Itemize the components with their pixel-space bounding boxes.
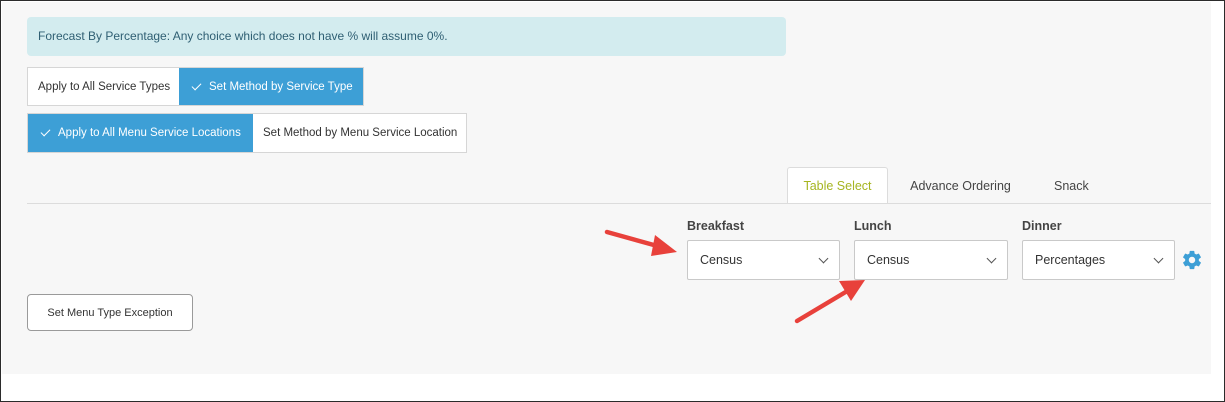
meal-tabs: Table Select Advance Ordering Snack [787,167,1111,204]
annotation-arrow-lunch [794,280,865,324]
set-menu-type-exception-button[interactable]: Set Menu Type Exception [27,294,193,331]
tab-snack[interactable]: Snack [1033,167,1111,204]
tab-divider [27,203,1211,204]
lunch-select[interactable]: Census [854,240,1008,280]
checkmark-icon [191,80,202,90]
chevron-down-icon [818,253,829,263]
dinner-select-value: Percentages [1035,253,1106,267]
set-method-by-service-type-button[interactable]: Set Method by Service Type [179,68,363,105]
set-method-by-menu-location-button[interactable]: Set Method by Menu Service Location [253,114,466,152]
breakfast-select-value: Census [700,253,743,267]
lunch-label: Lunch [854,219,892,233]
apply-all-menu-locations-button[interactable]: Apply to All Menu Service Locations [28,114,253,152]
menu-location-toggle: Apply to All Menu Service Locations Set … [27,113,467,153]
gear-icon[interactable] [1181,249,1203,271]
apply-all-service-types-button[interactable]: Apply to All Service Types [28,68,179,105]
service-type-toggle: Apply to All Service Types Set Method by… [27,67,364,106]
annotation-arrow-breakfast [604,229,677,256]
chevron-down-icon [1153,253,1164,263]
breakfast-label: Breakfast [687,219,744,233]
dinner-label: Dinner [1022,219,1062,233]
info-alert-text: Forecast By Percentage: Any choice which… [38,29,448,43]
tab-table-select[interactable]: Table Select [787,167,888,204]
lunch-select-value: Census [867,253,910,267]
info-alert: Forecast By Percentage: Any choice which… [27,17,786,56]
tab-advance-ordering[interactable]: Advance Ordering [888,167,1033,204]
window-frame: Forecast By Percentage: Any choice which… [0,0,1225,402]
chevron-down-icon [986,253,997,263]
dinner-select[interactable]: Percentages [1022,240,1175,280]
checkmark-icon [40,126,51,137]
